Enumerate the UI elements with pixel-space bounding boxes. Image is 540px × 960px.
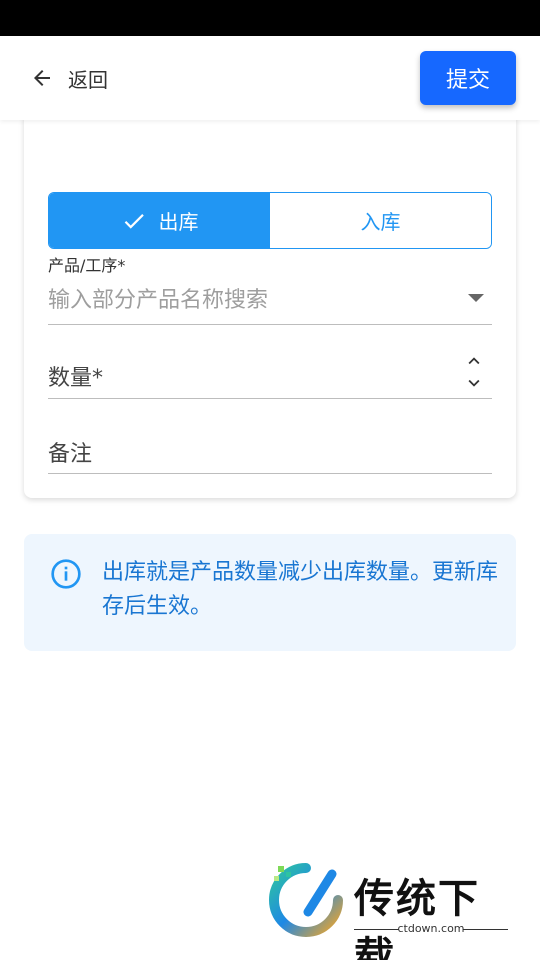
note-field[interactable]: 备注 bbox=[48, 426, 492, 474]
dropdown-arrow-icon[interactable] bbox=[468, 294, 484, 302]
app-bar: 返回 提交 bbox=[0, 36, 540, 120]
form-card: 出库 入库 产品/工序* 输入部分产品名称搜索 数量* 备注 bbox=[24, 110, 516, 498]
arrow-left-icon bbox=[34, 70, 50, 86]
product-search-field[interactable]: 输入部分产品名称搜索 bbox=[48, 278, 492, 325]
toggle-outbound[interactable]: 出库 bbox=[49, 193, 270, 248]
quantity-field[interactable]: 数量* bbox=[48, 348, 492, 399]
toggle-outbound-label: 出库 bbox=[158, 210, 199, 234]
check-icon bbox=[124, 213, 144, 229]
chevron-down-icon[interactable] bbox=[462, 372, 486, 394]
info-box: 出库就是产品数量减少出库数量。更新库存后生效。 bbox=[24, 534, 516, 651]
quantity-label: 数量* bbox=[48, 366, 104, 391]
watermark-logo-icon bbox=[269, 863, 343, 937]
note-label: 备注 bbox=[48, 442, 93, 467]
back-button[interactable]: 返回 bbox=[30, 60, 108, 96]
product-search-placeholder: 输入部分产品名称搜索 bbox=[48, 288, 269, 313]
product-field-label: 产品/工序* bbox=[48, 256, 126, 275]
info-text: 出库就是产品数量减少出库数量。更新库存后生效。 bbox=[102, 560, 499, 619]
status-bar bbox=[0, 0, 540, 36]
toggle-inbound[interactable]: 入库 bbox=[270, 193, 491, 248]
direction-toggle: 出库 入库 bbox=[48, 192, 492, 249]
quantity-stepper bbox=[462, 350, 486, 396]
info-icon bbox=[51, 559, 81, 589]
watermark: 传统下载 ctdown.com bbox=[268, 862, 518, 960]
submit-button[interactable]: 提交 bbox=[420, 51, 516, 105]
chevron-up-icon[interactable] bbox=[462, 350, 486, 372]
watermark-url: ctdown.com bbox=[397, 922, 465, 935]
toggle-inbound-label: 入库 bbox=[360, 210, 401, 234]
watermark-title: 传统下载 bbox=[354, 876, 480, 960]
back-label: 返回 bbox=[68, 67, 108, 92]
